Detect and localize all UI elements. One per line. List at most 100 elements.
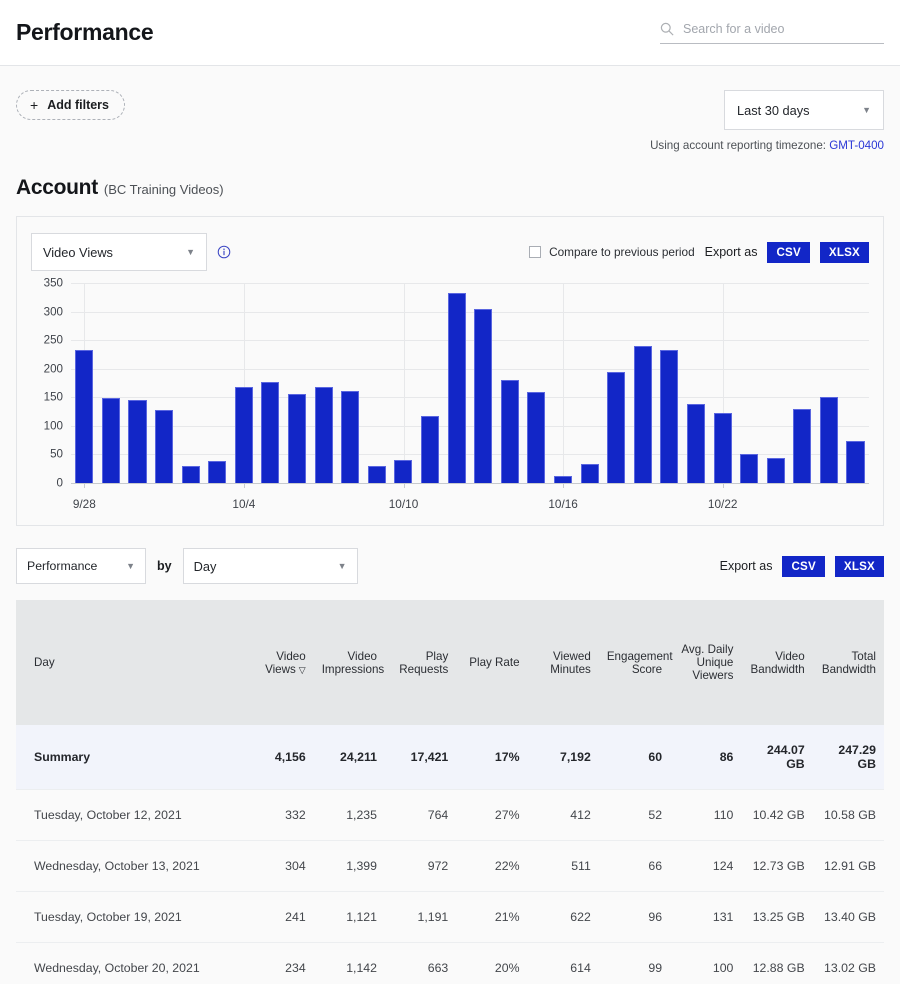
table-body: Summary4,15624,21117,42117%7,1926086244.… (16, 725, 884, 984)
bar[interactable] (102, 398, 120, 483)
report-type-select[interactable]: Performance ▼ (16, 548, 146, 584)
metric-select[interactable]: Video Views ▼ (31, 233, 207, 271)
bar[interactable] (793, 409, 811, 483)
info-circle-icon[interactable] (217, 245, 231, 259)
bar-slot (98, 283, 125, 483)
cell-engagement-score: 66 (599, 841, 670, 892)
column-header-video-views[interactable]: Video Views▽ (242, 600, 313, 725)
bar-slot (204, 283, 231, 483)
bar-slot (337, 283, 364, 483)
bar-slot (816, 283, 843, 483)
x-axis-line (71, 483, 869, 484)
bar[interactable] (261, 382, 279, 483)
by-label: by (157, 559, 172, 573)
metric-value: Video Views (43, 245, 113, 260)
table-export-label: Export as (720, 559, 773, 573)
bar[interactable] (448, 293, 466, 483)
bar[interactable] (421, 416, 439, 483)
bar[interactable] (501, 380, 519, 483)
search-input[interactable] (683, 22, 884, 36)
bar[interactable] (208, 461, 226, 483)
bar[interactable] (554, 476, 572, 483)
column-header-play-requests[interactable]: Play Requests (385, 600, 456, 725)
bar[interactable] (607, 372, 625, 483)
table-row[interactable]: Tuesday, October 19, 20212411,1211,19121… (16, 892, 884, 943)
table-row[interactable]: Tuesday, October 12, 20213321,23576427%4… (16, 790, 884, 841)
date-range-value: Last 30 days (737, 103, 810, 118)
bar-slot (443, 283, 470, 483)
page-title: Performance (16, 19, 153, 46)
compare-checkbox-row[interactable]: Compare to previous period (529, 245, 695, 259)
bar[interactable] (368, 466, 386, 483)
column-header-viewed-minutes[interactable]: Viewed Minutes (528, 600, 599, 725)
bar[interactable] (846, 441, 864, 483)
bar[interactable] (474, 309, 492, 483)
chart-toolbar: Video Views ▼ Compare to previous period (17, 217, 883, 271)
bar[interactable] (820, 397, 838, 483)
column-header-day[interactable]: Day (16, 600, 242, 725)
bar[interactable] (341, 391, 359, 483)
account-heading: Account (BC Training Videos) (0, 152, 900, 200)
cell-video-bandwidth: 12.88 GB (741, 943, 812, 984)
bar[interactable] (660, 350, 678, 483)
y-axis-tick-label: 350 (17, 277, 63, 290)
search-box[interactable] (660, 22, 884, 44)
bar-slot (284, 283, 311, 483)
chart-export-xlsx-button[interactable]: XLSX (820, 242, 869, 263)
bar[interactable] (687, 404, 705, 483)
timezone-link[interactable]: GMT-0400 (829, 139, 884, 152)
cell-avg-daily-unique-viewers: 131 (670, 892, 741, 943)
interval-select[interactable]: Day ▼ (183, 548, 358, 584)
x-axis-tick (563, 483, 564, 488)
chart-export-label: Export as (705, 245, 758, 259)
bar[interactable] (740, 454, 758, 483)
chart-export-csv-button[interactable]: CSV (767, 242, 809, 263)
add-filters-button[interactable]: + Add filters (16, 90, 125, 120)
cell-viewed-minutes: 7,192 (528, 725, 599, 790)
table-head: DayVideo Views▽Video ImpressionsPlay Req… (16, 600, 884, 725)
bar[interactable] (75, 350, 93, 483)
table-export-csv-button[interactable]: CSV (782, 556, 824, 577)
bar[interactable] (288, 394, 306, 483)
table-summary-row[interactable]: Summary4,15624,21117,42117%7,1926086244.… (16, 725, 884, 790)
column-header-avg-daily-unique-viewers[interactable]: Avg. Daily Unique Viewers (670, 600, 741, 725)
bar[interactable] (182, 466, 200, 483)
table-row[interactable]: Wednesday, October 20, 20212341,14266320… (16, 943, 884, 984)
cell-avg-daily-unique-viewers: 124 (670, 841, 741, 892)
cell-day: Tuesday, October 12, 2021 (16, 790, 242, 841)
column-header-play-rate[interactable]: Play Rate (456, 600, 527, 725)
add-filters-label: Add filters (47, 98, 109, 112)
date-range-select[interactable]: Last 30 days ▼ (724, 90, 884, 130)
column-header-engagement-score[interactable]: Engagement Score (599, 600, 670, 725)
cell-play-rate: 17% (456, 725, 527, 790)
cell-video-bandwidth: 10.42 GB (741, 790, 812, 841)
bar[interactable] (128, 400, 146, 483)
bar[interactable] (155, 410, 173, 483)
compare-checkbox[interactable] (529, 246, 541, 258)
bar[interactable] (235, 387, 253, 483)
bar-slot (842, 283, 869, 483)
table-row[interactable]: Wednesday, October 13, 20213041,39997222… (16, 841, 884, 892)
cell-play-rate: 22% (456, 841, 527, 892)
column-header-video-impressions[interactable]: Video Impressions (314, 600, 385, 725)
y-axis-tick-label: 0 (17, 477, 63, 490)
performance-page: Performance + Add filters Last 30 days ▼ (0, 0, 900, 984)
bar[interactable] (767, 458, 785, 483)
top-bar: Performance (0, 0, 900, 66)
bar[interactable] (315, 387, 333, 483)
bar[interactable] (527, 392, 545, 483)
bar[interactable] (714, 413, 732, 483)
cell-engagement-score: 96 (599, 892, 670, 943)
cell-play-requests: 1,191 (385, 892, 456, 943)
cell-video-views: 304 (242, 841, 313, 892)
bar[interactable] (634, 346, 652, 483)
bar[interactable] (394, 460, 412, 483)
bar[interactable] (581, 464, 599, 483)
bar-slot (523, 283, 550, 483)
column-header-video-bandwidth[interactable]: Video Bandwidth (741, 600, 812, 725)
cell-video-views: 4,156 (242, 725, 313, 790)
column-header-total-bandwidth[interactable]: Total Bandwidth (813, 600, 884, 725)
cell-play-requests: 972 (385, 841, 456, 892)
table-export-xlsx-button[interactable]: XLSX (835, 556, 884, 577)
report-selectors: Performance ▼ by Day ▼ (16, 548, 358, 584)
